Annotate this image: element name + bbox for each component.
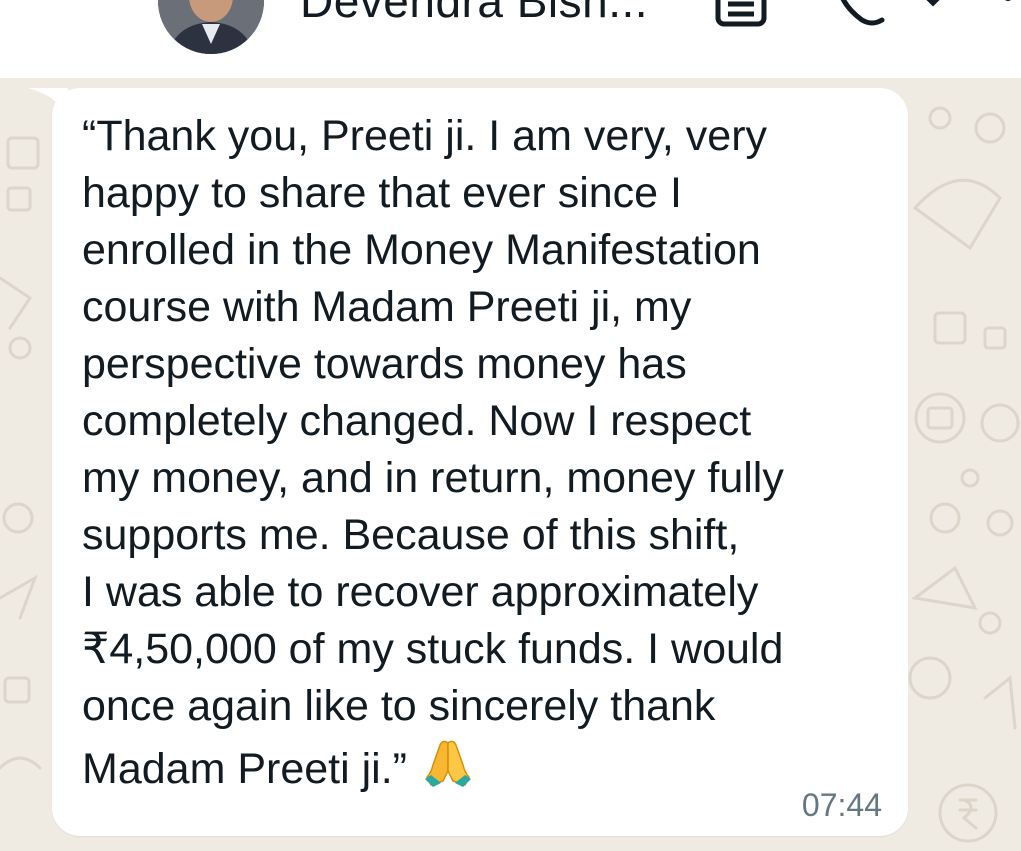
message-line: happy to share that ever since I	[82, 169, 682, 217]
message-line: I was able to recover approximately	[82, 568, 759, 616]
message-line: Madam Preeti ji.”	[82, 745, 407, 793]
message-line: course with Madam Preeti ji, my	[82, 283, 692, 331]
voice-call-icon[interactable]	[832, 0, 888, 26]
message-line: ₹4,50,000 of my stuck funds. I would	[82, 625, 784, 673]
message-line: enrolled in the Money Manifestation	[82, 226, 761, 274]
message-line: perspective towards money has	[82, 340, 687, 388]
folded-hands-emoji-icon	[424, 740, 471, 787]
message-text: “Thank you, Preeti ji. I am very, very h…	[82, 108, 902, 798]
chat-header: Devendra Bish...	[0, 0, 1021, 78]
message-last-line: Madam Preeti ji.”	[82, 735, 902, 798]
back-arrow-icon[interactable]	[40, 0, 110, 30]
message-timestamp: 07:44	[801, 787, 882, 823]
chevron-down-icon[interactable]	[918, 0, 948, 10]
message-line: supports me. Because of this shift,	[82, 511, 740, 559]
message-line: once again like to sincerely thank	[82, 682, 716, 730]
more-options-icon[interactable]	[998, 0, 1018, 30]
message-bubble[interactable]: “Thank you, Preeti ji. I am very, very h…	[52, 88, 908, 836]
contact-name[interactable]: Devendra Bish...	[300, 0, 648, 28]
message-line: completely changed. Now I respect	[82, 397, 752, 445]
video-call-icon[interactable]	[712, 0, 776, 30]
avatar[interactable]	[158, 0, 264, 54]
message-line: my money, and in return, money fully	[82, 454, 784, 502]
message-line: “Thank you, Preeti ji. I am very, very	[82, 112, 768, 160]
